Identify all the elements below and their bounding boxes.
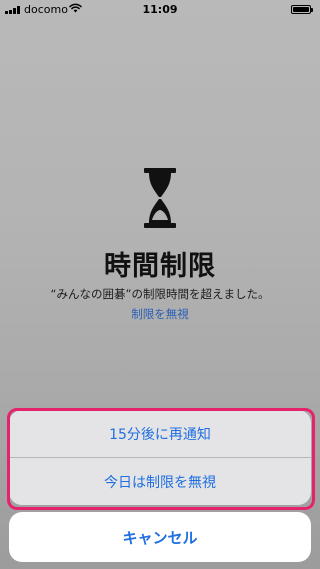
battery-icon	[291, 5, 313, 14]
screen-time-alert-screen: docomo 11:09 時間制限 “みんなの囲碁”の制限時間を超えました。 制…	[0, 0, 320, 569]
ignore-limit-link[interactable]: 制限を無視	[0, 306, 320, 322]
action-sheet-group: 15分後に再通知 今日は制限を無視	[9, 410, 311, 505]
limit-message: “みんなの囲碁”の制限時間を超えました。	[50, 287, 270, 301]
status-time: 11:09	[142, 3, 178, 16]
ignore-limit-today-button[interactable]: 今日は制限を無視	[9, 458, 311, 505]
cancel-button[interactable]: キャンセル	[9, 512, 311, 562]
remind-in-15-minutes-button[interactable]: 15分後に再通知	[9, 410, 311, 457]
hourglass-icon	[140, 168, 180, 228]
status-bar: docomo 11:09	[0, 0, 320, 20]
screen-time-title: 時間制限	[104, 251, 216, 282]
